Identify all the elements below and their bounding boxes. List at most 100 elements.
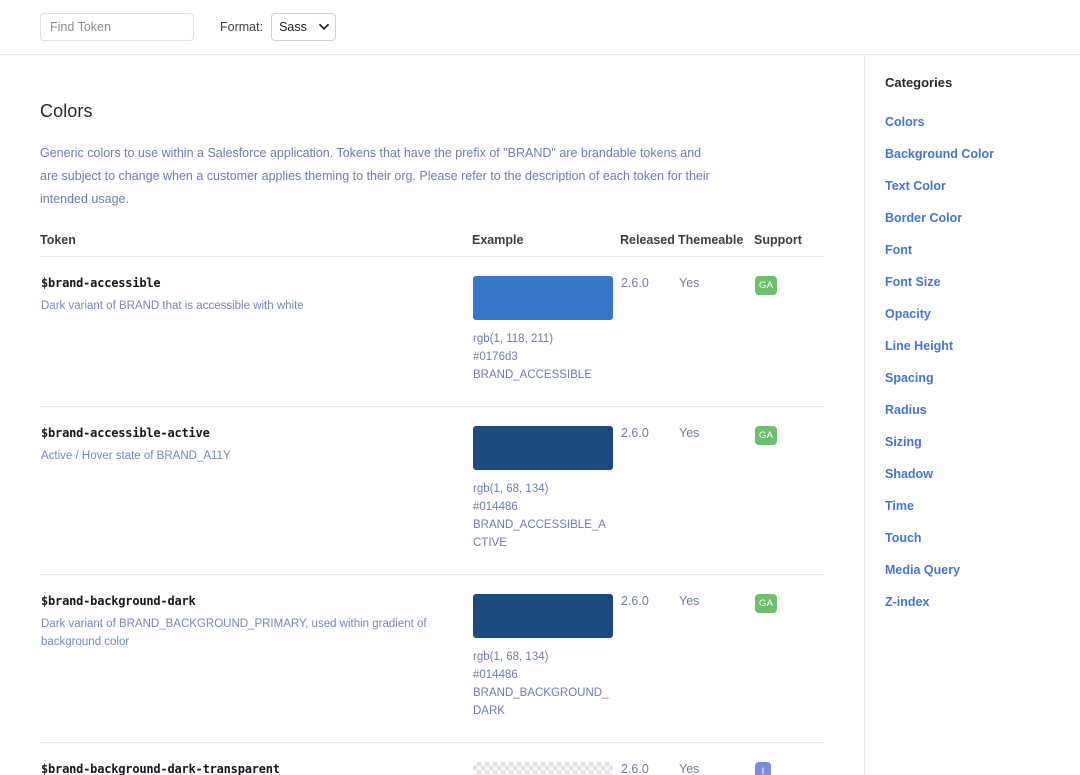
format-select-wrapper: Sass [271,13,337,41]
format-select[interactable]: Sass [271,13,337,41]
status-badge: I [755,762,771,775]
token-description: Dark variant of BRAND_BACKGROUND_PRIMARY… [41,618,427,648]
swatch-value-constant: BRAND_ACCESSIBLE [473,369,592,381]
color-swatch [473,594,613,638]
status-badge: GA [755,426,778,445]
sidebar-item-background-color[interactable]: Background Color [885,147,994,161]
token-browser-page: Format: Sass scrolled content clipped be… [0,0,1080,775]
list-item: Border Color [885,209,1080,227]
cell-support: GA [754,574,824,743]
page-body: Colors Generic colors to use within a Sa… [0,55,1080,775]
cell-example: rgba(1, 68, 134, 0)rgba(1,68,134,0) [472,743,620,775]
list-item: Line Height [885,337,1080,355]
format-control-group: Format: Sass [220,13,337,41]
sidebar-item-font-size[interactable]: Font Size [885,275,941,289]
cell-token: $brand-accessible-active Active / Hover s… [40,406,472,575]
cell-released: 2.6.0 [620,574,678,743]
table-row: $brand-background-dark Dark variant of BR… [40,574,824,743]
cell-themeable: Yes [678,574,754,743]
color-swatch [473,276,613,320]
cell-released: 2.6.0 [621,762,649,775]
list-item: Font Size [885,273,1080,291]
status-badge: GA [755,594,778,613]
table-header-row: Token Example Released Themeable Support [40,233,824,257]
sidebar-item-touch[interactable]: Touch [885,531,922,545]
sidebar-item-colors[interactable]: Colors [885,115,925,129]
sidebar-item-media-query[interactable]: Media Query [885,563,960,577]
column-header-themeable: Themeable [678,233,754,257]
token-name: $brand-background-dark [41,594,196,608]
search-input[interactable] [40,13,194,41]
swatch-value-hex: #014486 [473,669,518,681]
sidebar-item-line-height[interactable]: Line Height [885,339,953,353]
sidebar-item-z-index[interactable]: Z-index [885,595,929,609]
sidebar-item-shadow[interactable]: Shadow [885,467,933,481]
list-item: Spacing [885,369,1080,387]
color-swatch [473,762,613,775]
color-swatch [473,426,613,470]
column-header-support: Support [754,233,824,257]
swatch-values: rgb(1, 68, 134) #014486 BRAND_BACKGROUND_D… [473,648,613,720]
sidebar-item-spacing[interactable]: Spacing [885,371,934,385]
toolbar: Format: Sass [0,0,1080,55]
cell-support: I [754,743,824,775]
status-badge: GA [755,276,778,295]
token-description: Dark variant of BRAND that is accessible… [41,300,304,312]
swatch-value-constant: BRAND_BACKGROUND_DARK [473,687,609,717]
page-title: Colors [40,101,93,121]
cell-token: $brand-background-dark Dark variant of BR… [40,574,472,743]
swatch-value-rgb: rgb(1, 118, 211) [473,333,554,345]
sidebar-item-sizing[interactable]: Sizing [885,435,922,449]
token-name: $brand-background-dark-transparent [41,762,280,775]
sidebar-item-time[interactable]: Time [885,499,914,513]
tokens-table-head: Token Example Released Themeable Support [40,233,824,257]
list-item: Font [885,241,1080,259]
cell-themeable: Yes [678,406,754,575]
swatch-values: rgb(1, 68, 134) #014486 BRAND_ACCESSIBLE_A… [473,480,613,552]
list-item: Touch [885,529,1080,547]
cell-themeable: Yes [678,256,754,407]
main-content: Colors Generic colors to use within a Sa… [0,55,864,775]
token-name: $brand-accessible [41,276,161,290]
format-label: Format: [220,20,264,34]
column-header-released: Released [620,233,678,257]
cell-token: $brand-background-dark-transparentThese … [40,743,472,775]
cell-example: rgb(1, 118, 211) #0176d3 BRAND_ACCESSIBLE [472,256,620,407]
cell-token: $brand-accessible Dark variant of BRAND t… [40,256,472,407]
table-row: $brand-accessible Dark variant of BRAND t… [40,256,824,407]
column-header-example: Example [472,233,620,257]
list-item: Time [885,497,1080,515]
list-item: Text Color [885,177,1080,195]
categories-sidebar: Categories Colors Background Color Text Co… [864,55,1080,775]
column-header-token: Token [40,233,472,257]
swatch-value-hex: #014486 [473,501,518,513]
table-row: $brand-accessible-active Active / Hover s… [40,406,824,575]
sidebar-item-radius[interactable]: Radius [885,403,927,417]
tokens-table-body: $brand-accessible Dark variant of BRAND t… [40,256,824,775]
swatch-value-constant: BRAND_ACCESSIBLE_ACTIVE [473,519,606,549]
list-item: Media Query [885,561,1080,579]
cell-support: GA [754,406,824,575]
section-description: Generic colors to use within a Salesforc… [40,146,710,206]
tokens-table: Token Example Released Themeable Support… [40,233,824,775]
list-item: Radius [885,401,1080,419]
cell-released: 2.6.0 [620,256,678,407]
cell-support: GA [754,256,824,407]
cell-example: rgb(1, 68, 134) #014486 BRAND_ACCESSIBLE_A… [472,406,620,575]
swatch-value-hex: #0176d3 [473,351,518,363]
sidebar-item-opacity[interactable]: Opacity [885,307,931,321]
list-item: Opacity [885,305,1080,323]
token-description: Active / Hover state of BRAND_A11Y [41,450,231,462]
cell-released: 2.6.0 [620,406,678,575]
list-item: Shadow [885,465,1080,483]
list-item: Colors [885,113,1080,131]
list-item: Background Color [885,145,1080,163]
swatch-values: rgb(1, 118, 211) #0176d3 BRAND_ACCESSIBLE [473,330,613,384]
sidebar-title: Categories [885,75,953,90]
sidebar-item-font[interactable]: Font [885,243,912,257]
cell-themeable: Yes [679,762,700,775]
sidebar-item-border-color[interactable]: Border Color [885,211,962,225]
list-item: Z-index [885,593,1080,611]
sidebar-item-text-color[interactable]: Text Color [885,179,946,193]
swatch-value-rgb: rgb(1, 68, 134) [473,651,549,663]
